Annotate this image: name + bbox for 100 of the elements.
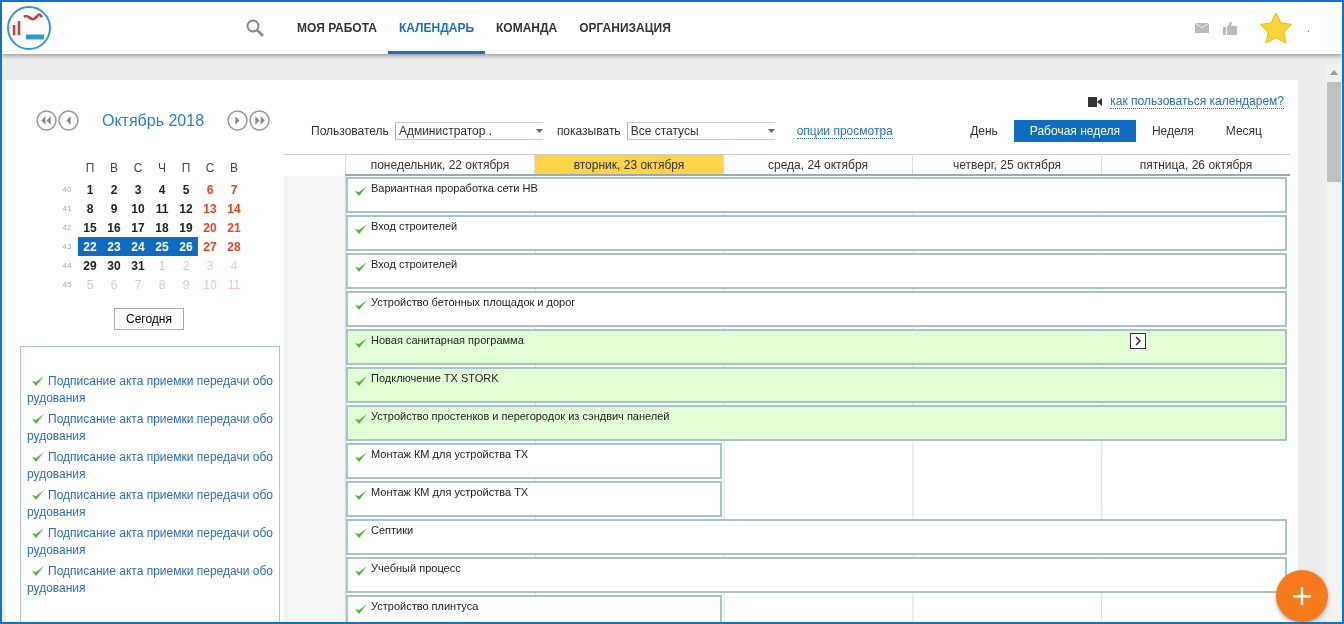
event-title: Вход строителей: [371, 258, 458, 270]
user-name[interactable]: .: [1306, 22, 1310, 34]
calendar-day[interactable]: 10: [126, 199, 150, 218]
calendar-day[interactable]: 8: [78, 199, 102, 218]
show-label: показывать: [556, 124, 621, 138]
user-label: Пользователь: [311, 124, 389, 138]
calendar-day[interactable]: 17: [126, 218, 150, 237]
calendar-day[interactable]: 19: [174, 218, 198, 237]
view-tab[interactable]: Рабочая неделя: [1013, 120, 1136, 142]
status-select[interactable]: Все статусы: [626, 122, 775, 140]
event-bar[interactable]: Подключение ТХ STORK: [346, 367, 1287, 403]
event-bar[interactable]: Вход строителей: [346, 215, 1287, 251]
caret-icon: [767, 129, 775, 133]
caret-icon: [535, 129, 543, 133]
star-icon[interactable]: [1258, 12, 1293, 44]
search-icon[interactable]: [246, 19, 264, 37]
calendar-day[interactable]: 12: [174, 199, 198, 218]
event-title: Септики: [371, 524, 414, 536]
week-number: 41: [62, 204, 72, 213]
event-bar[interactable]: Монтаж КМ для устройства ТХ: [346, 481, 723, 517]
calendar-day[interactable]: 30: [102, 256, 126, 275]
calendar-day[interactable]: 15: [78, 218, 102, 237]
weekday-label: С: [133, 161, 143, 175]
event-title: Устройство плинтуса: [371, 600, 479, 612]
calendar-day[interactable]: 26: [174, 237, 198, 256]
calendar-day[interactable]: 18: [150, 218, 174, 237]
week-number: 43: [62, 242, 72, 251]
event-title: Устройство бетонных площадок и дорог: [371, 296, 576, 308]
calendar-day[interactable]: 28: [222, 237, 246, 256]
event-title: Подключение ТХ STORK: [371, 372, 499, 384]
calendar-day[interactable]: 16: [102, 218, 126, 237]
weekday-label: В: [110, 161, 118, 175]
event-bar[interactable]: Учебный процесс: [346, 557, 1287, 593]
video-camera-icon[interactable]: [1088, 96, 1103, 107]
scrollbar[interactable]: [1326, 64, 1342, 622]
week-number: 44: [62, 261, 72, 270]
task-link[interactable]: Подписание акта приемки передачи оборудования: [27, 487, 277, 525]
task-link[interactable]: Подписание акта приемки передачи оборудования: [27, 449, 277, 487]
event-title: Вариантная проработка сети НВ: [371, 182, 538, 194]
task-link[interactable]: Подписание акта приемки передачи оборудования: [27, 525, 277, 563]
nav-tab[interactable]: МОЯ РАБОТА: [286, 2, 388, 54]
thumbs-up-icon[interactable]: [1222, 21, 1237, 35]
day-header: пятница, 26 октября: [1101, 155, 1290, 174]
weekday-label: Ч: [158, 161, 166, 175]
calendar-day[interactable]: 5: [174, 180, 198, 199]
mail-icon[interactable]: [1194, 23, 1209, 33]
event-bar[interactable]: Вход строителей: [346, 253, 1287, 289]
event-bar[interactable]: Устройство плинтуса: [346, 595, 723, 622]
weekday-label: С: [205, 161, 215, 175]
nav-tab[interactable]: КОМАНДА: [485, 2, 569, 54]
task-link[interactable]: Подписание акта приемки передачи оборудования: [27, 373, 277, 411]
event-title: Монтаж КМ для устройства ТХ: [371, 448, 529, 460]
task-link[interactable]: Подписание акта приемки передачи оборудования: [27, 411, 277, 449]
day-header: вторник, 23 октября: [534, 155, 723, 174]
view-options-link[interactable]: опции просмотра: [796, 123, 893, 139]
help-link[interactable]: как пользоваться календарем?: [1110, 94, 1284, 109]
calendar-day[interactable]: 20: [198, 218, 222, 237]
calendar-day[interactable]: 9: [102, 199, 126, 218]
calendar-day[interactable]: 13: [198, 199, 222, 218]
week-number: 42: [62, 223, 72, 232]
chevron-right-icon[interactable]: [1130, 333, 1146, 349]
today-button[interactable]: Сегодня: [114, 308, 184, 330]
event-title: Вход строителей: [371, 220, 458, 232]
weekday-label: В: [230, 161, 238, 175]
event-title: Монтаж КМ для устройства ТХ: [371, 486, 529, 498]
nav-tab[interactable]: ОРГАНИЗАЦИЯ: [568, 2, 682, 54]
calendar-day[interactable]: 14: [222, 199, 246, 218]
calendar-day[interactable]: 29: [78, 256, 102, 275]
calendar-day[interactable]: 2: [102, 180, 126, 199]
calendar-day[interactable]: 21: [222, 218, 246, 237]
calendar-day[interactable]: 24: [126, 237, 150, 256]
calendar-day[interactable]: 7: [222, 180, 246, 199]
logo-icon[interactable]: [6, 5, 52, 51]
week-number: 45: [62, 280, 72, 289]
event-bar[interactable]: Септики: [346, 519, 1287, 555]
calendar-day[interactable]: 22: [78, 237, 102, 256]
event-title: Новая санитарная программа: [371, 334, 524, 346]
event-bar[interactable]: Устройство простенков и перегородок из сэндвич панелей: [346, 405, 1287, 441]
calendar-day[interactable]: 4: [150, 180, 174, 199]
calendar-day[interactable]: 23: [102, 237, 126, 256]
weekday-label: П: [181, 161, 191, 175]
event-bar[interactable]: Монтаж КМ для устройства ТХ: [346, 443, 723, 479]
calendar-day[interactable]: 25: [150, 237, 174, 256]
event-bar[interactable]: Устройство бетонных площадок и дорог: [346, 291, 1287, 327]
task-link[interactable]: Подписание акта приемки передачи оборудования: [27, 563, 277, 601]
user-select[interactable]: Администратор .: [394, 122, 543, 140]
scrollbar-thumb[interactable]: [1327, 82, 1341, 182]
calendar-day[interactable]: 11: [150, 199, 174, 218]
calendar-day[interactable]: 6: [198, 180, 222, 199]
scroll-up-arrow-icon[interactable]: [1330, 70, 1338, 75]
day-header: среда, 24 октября: [723, 155, 912, 174]
event-bar[interactable]: Новая санитарная программа: [346, 329, 1287, 365]
day-header: четверг, 25 октября: [912, 155, 1101, 174]
calendar-day[interactable]: 31: [126, 256, 150, 275]
event-bar[interactable]: Вариантная проработка сети НВ: [346, 177, 1287, 213]
nav-tab[interactable]: КАЛЕНДАРЬ: [387, 2, 486, 54]
calendar-day[interactable]: 3: [126, 180, 150, 199]
calendar-day[interactable]: 27: [198, 237, 222, 256]
calendar-day[interactable]: 1: [78, 180, 102, 199]
week-number: 40: [62, 185, 72, 194]
